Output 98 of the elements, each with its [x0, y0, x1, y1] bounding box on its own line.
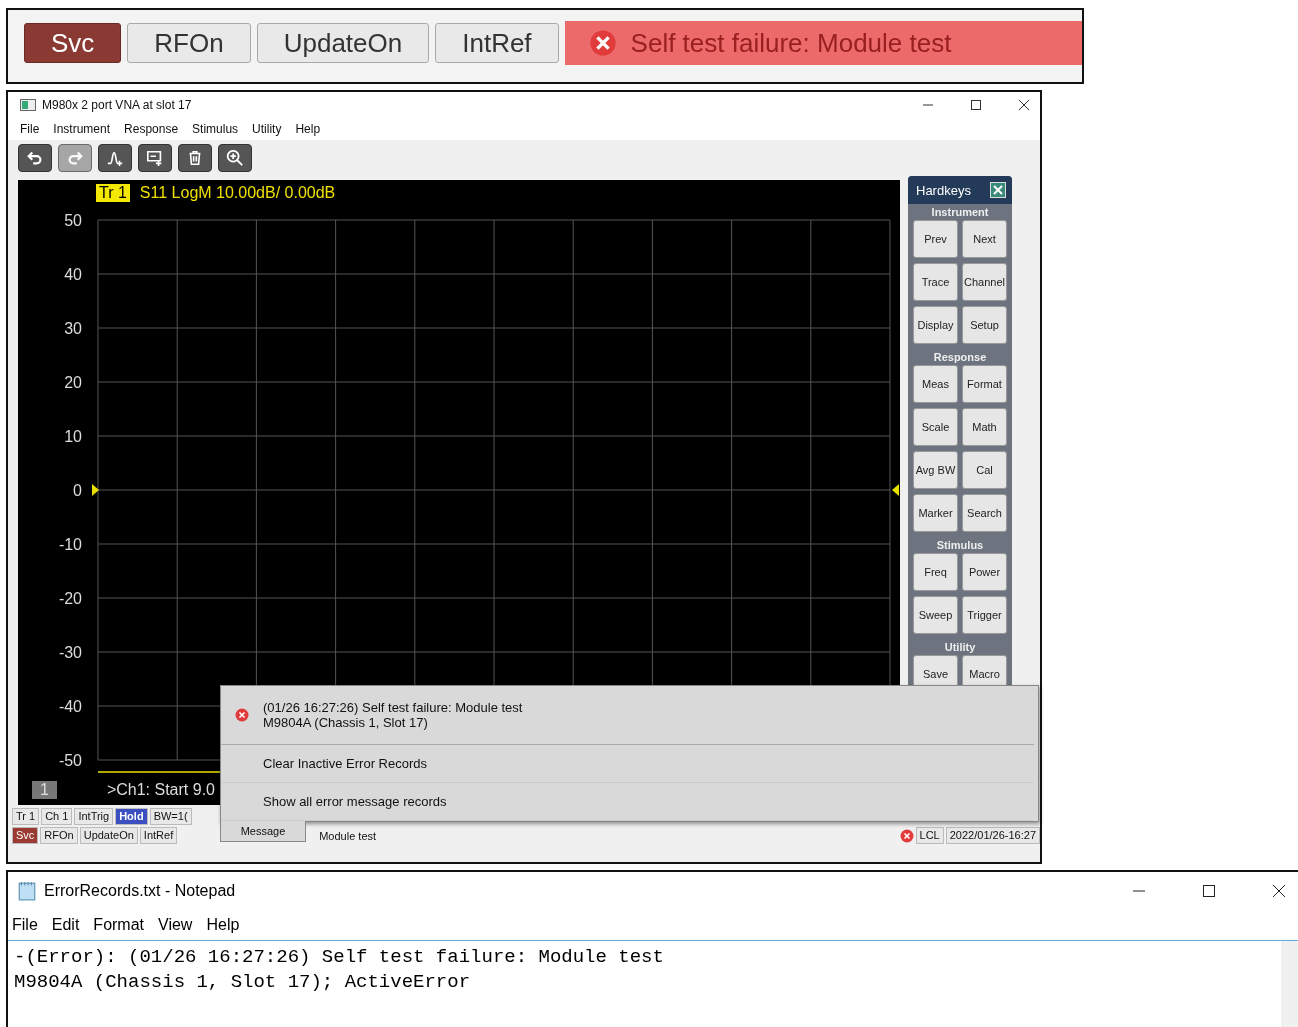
- axis-label: 50: [64, 212, 82, 229]
- menu-item[interactable]: View: [158, 916, 193, 934]
- redo-icon: [68, 151, 83, 165]
- axis-label: -30: [58, 644, 82, 661]
- undo-icon: [27, 151, 42, 165]
- hardkey-button[interactable]: Cal: [962, 451, 1007, 489]
- hardkey-button[interactable]: Trace: [913, 263, 958, 301]
- hardkey-button[interactable]: Scale: [913, 408, 958, 446]
- hardkey-button[interactable]: Avg BW: [913, 451, 958, 489]
- undo-button[interactable]: [18, 144, 52, 172]
- hardkey-button[interactable]: Marker: [913, 494, 958, 532]
- app-icon: [20, 99, 36, 111]
- status-mode: LCL: [915, 827, 944, 844]
- hardkey-button[interactable]: Format: [962, 365, 1007, 403]
- status-button[interactable]: Svc: [24, 23, 122, 63]
- hardkey-button[interactable]: Search: [962, 494, 1007, 532]
- menu-item[interactable]: Clear Inactive Error Records: [221, 745, 1034, 783]
- error-message: M9804A (Chassis 1, Slot 17): [263, 715, 429, 730]
- maximize-icon[interactable]: [1202, 884, 1216, 898]
- error-message: (01/26 16:27:26) Self test failure: Module test: [263, 700, 523, 715]
- status-button[interactable]: RFOn: [40, 827, 78, 844]
- hardkey-button[interactable]: Power: [962, 553, 1007, 591]
- menu-item[interactable]: Show all error message records: [221, 783, 1034, 821]
- menu-item[interactable]: Response: [124, 122, 179, 136]
- pulse-plus-icon: [107, 151, 123, 167]
- status-message: Module test: [319, 829, 377, 842]
- window-title: ErrorRecords.txt - Notepad: [44, 882, 236, 900]
- text-line: M9804A (Chassis 1, Slot 17); ActiveError: [14, 970, 472, 995]
- menu-item[interactable]: Help: [295, 122, 321, 136]
- menu-item[interactable]: Edit: [51, 916, 80, 934]
- error-icon[interactable]: [899, 828, 914, 843]
- trace-badge[interactable]: Tr 1: [96, 184, 130, 202]
- hardkey-button[interactable]: Next: [962, 220, 1007, 258]
- status-button[interactable]: RFOn: [127, 23, 251, 63]
- hardkey-button[interactable]: Trigger: [962, 596, 1007, 634]
- status-button[interactable]: UpdateOn: [79, 827, 138, 844]
- group-label: Response: [933, 351, 987, 365]
- axis-label: -20: [58, 590, 82, 607]
- hardkey-button[interactable]: Setup: [962, 306, 1007, 344]
- status-button[interactable]: Hold: [115, 808, 148, 825]
- group-label: Instrument: [931, 206, 989, 220]
- menu-item[interactable]: File: [12, 916, 38, 934]
- status-button[interactable]: IntRef: [435, 23, 559, 63]
- hardkey-button[interactable]: Math: [962, 408, 1007, 446]
- menu-item[interactable]: File: [20, 122, 40, 136]
- status-button[interactable]: Svc: [12, 827, 39, 844]
- axis-label: -40: [58, 698, 82, 715]
- status-button[interactable]: IntRef: [139, 827, 178, 844]
- reference-marker-icon: [92, 484, 99, 496]
- text-area[interactable]: -(Error): (01/26 16:27:26) Self test failure: Module test M9804A (Chassis 1, Slot 17); ActiveError: [8, 941, 1298, 1027]
- banner-text: Self test failure: Module test: [630, 27, 952, 59]
- maximize-icon[interactable]: [970, 99, 982, 111]
- menu-item[interactable]: Stimulus: [192, 122, 239, 136]
- message-tab[interactable]: Message: [220, 821, 306, 842]
- status-button[interactable]: Tr 1: [12, 808, 40, 825]
- zoom-in-icon: [226, 149, 244, 167]
- status-time: 2022/01/26-16:27: [945, 827, 1040, 844]
- notepad-icon: [18, 881, 36, 901]
- axis-label: 40: [64, 266, 82, 283]
- reference-marker-icon: [892, 484, 899, 496]
- status-button[interactable]: UpdateOn: [256, 23, 430, 63]
- panel-title: Hardkeys: [916, 182, 971, 198]
- status-button[interactable]: IntTrig: [74, 808, 114, 825]
- trace-label: S11 LogM 10.00dB/ 0.00dB: [139, 184, 336, 202]
- close-icon[interactable]: [1272, 884, 1286, 898]
- hardkey-button[interactable]: Freq: [913, 553, 958, 591]
- group-label: Utility: [944, 641, 976, 655]
- axis-label: 0: [73, 482, 82, 499]
- hardkey-button[interactable]: Channel: [962, 263, 1007, 301]
- trash-icon: [188, 150, 202, 166]
- error-icon: [588, 29, 617, 57]
- text-line: -(Error): (01/26 16:27:26) Self test failure: Module test: [14, 945, 665, 970]
- screen-plus-icon: [147, 150, 163, 167]
- group-label: Stimulus: [936, 539, 984, 553]
- axis-label: -10: [58, 536, 82, 553]
- window-title: M980x 2 port VNA at slot 17: [42, 98, 192, 112]
- close-icon[interactable]: [1018, 99, 1030, 111]
- channel-info: >Ch1: Start 9.0: [106, 781, 215, 799]
- add-channel-button[interactable]: [138, 144, 172, 172]
- zoom-button[interactable]: [218, 144, 252, 172]
- axis-label: 20: [64, 374, 82, 391]
- menu-item[interactable]: Format: [93, 916, 145, 934]
- status-button[interactable]: Ch 1: [41, 808, 73, 825]
- status-button[interactable]: BW=1(: [149, 808, 192, 825]
- error-icon: [235, 708, 249, 722]
- hardkey-button[interactable]: Display: [913, 306, 958, 344]
- hardkey-button[interactable]: Meas: [913, 365, 958, 403]
- menu-item[interactable]: Instrument: [53, 122, 111, 136]
- axis-label: 30: [64, 320, 82, 337]
- axis-label: 10: [64, 428, 82, 445]
- hardkey-button[interactable]: Sweep: [913, 596, 958, 634]
- trash-button[interactable]: [178, 144, 212, 172]
- axis-label: -50: [58, 752, 82, 769]
- hardkey-button[interactable]: Prev: [913, 220, 958, 258]
- menu-item[interactable]: Utility: [252, 122, 282, 136]
- scrollbar[interactable]: [1281, 941, 1298, 1027]
- menu-item[interactable]: Help: [206, 916, 240, 934]
- add-trace-button[interactable]: [98, 144, 132, 172]
